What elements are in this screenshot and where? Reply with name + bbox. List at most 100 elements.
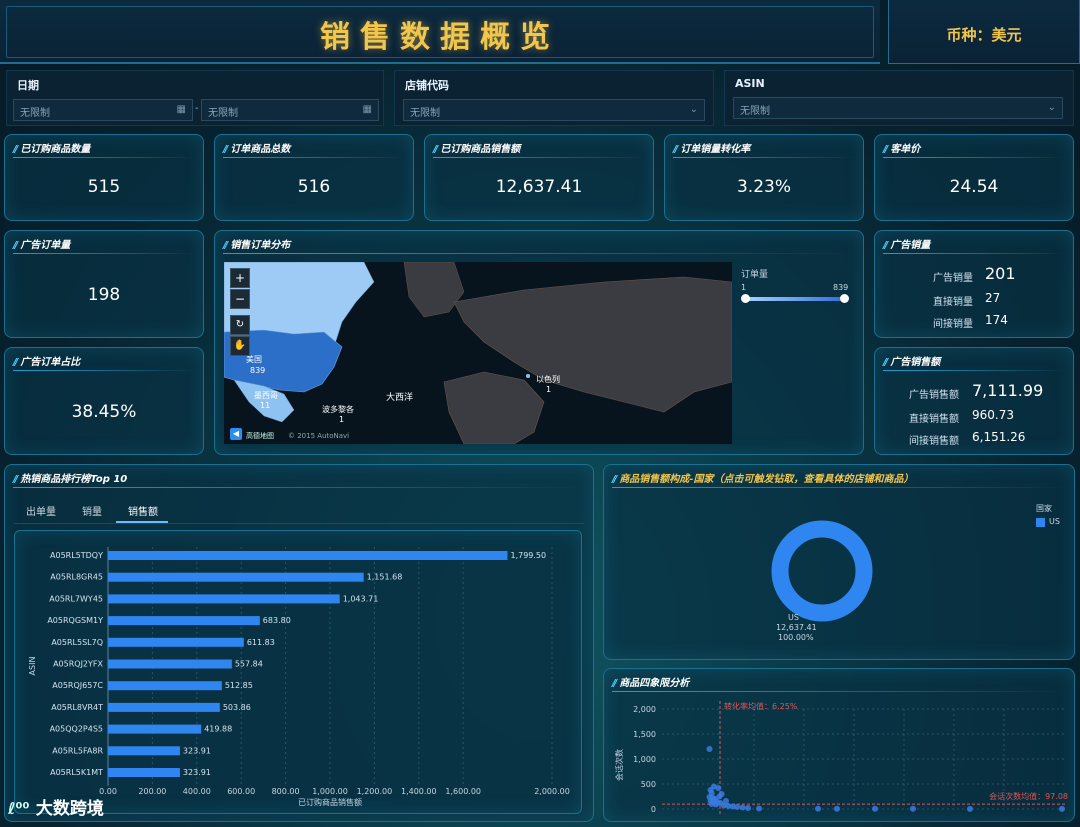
tab-sales[interactable]: 销售额 [128,503,158,518]
map-label-mx: 墨西哥 [254,391,278,400]
end-date-input[interactable]: 无限制 ▦ [201,99,379,121]
map-label-mx-value: 11 [260,401,270,410]
direct-amount-label: 直接销售额 [909,414,959,425]
sales-map[interactable]: 美国 839 墨西哥 11 波多黎各 1 大西洋 以色列 1 高德地图 © 20… [224,262,732,444]
kpi-value: 3.23% [736,177,791,197]
y-tick-label: 0 [651,805,656,814]
map-legend-max-handle[interactable] [840,294,849,303]
bar [108,659,232,669]
y-tick-label: A05RL5SL7Q [51,638,103,647]
scatter-point [745,805,751,811]
bar-value-label: 611.83 [247,638,275,647]
reset-icon[interactable]: ↻ [230,315,250,335]
bar-value-label: 1,799.50 [510,551,546,560]
quadrant-scatter: 2,000 1,500 1,000 500 0 转化率均值：6.25% 会话次数均值：97.… [614,701,1068,815]
asin-filter: ASIN 无限制 ⌄ [724,70,1074,126]
quadrant-card: //商品四象限分析 2,000 1,500 1,000 500 0 转化率均值：6.25%… [603,668,1075,822]
x-tick-label: 1,600.00 [445,787,481,796]
y-tick-label: A05RL5FA8R [52,746,103,755]
scatter-point [756,805,762,812]
y-tick-label: A05RL8VR4T [51,703,103,712]
y-tick-label: 500 [641,780,656,789]
kpi-card-avg-price: //客单价 24.54 [874,134,1074,221]
y-tick-label: 1,500 [633,730,656,739]
bar [108,616,260,626]
currency-panel: 币种：美元 [888,0,1080,64]
end-date-placeholder: 无限制 [208,108,238,119]
x-tick-label: 400.00 [183,787,211,796]
tab-divider [14,523,584,524]
pie-legend-item[interactable]: US [1049,517,1060,526]
x-tick-label: 1,400.00 [401,787,437,796]
donut-label-percent: 100.00% [778,633,814,642]
bar [108,724,202,734]
bar-value-label: 683.80 [263,616,291,625]
date-filter: 日期 无限制 ▦ - 无限制 ▦ [6,70,384,126]
scatter-point [967,805,973,812]
store-select[interactable]: 无限制 ⌄ [403,99,705,121]
top10-bar-chart: 0.00 200.00 400.00 600.00 800.00 1,000.00 1,20… [28,547,570,807]
kpi-value: 516 [297,177,331,197]
scatter-point [872,805,878,812]
bar [108,702,220,712]
bar [108,746,180,756]
bar [108,768,180,777]
direct-sales-value: 27 [985,291,1001,305]
ad-orders-card: //广告订单量 198 [4,230,204,338]
country-donut [771,520,873,622]
direct-amount-value: 960.73 [972,408,1014,422]
scatter-point [734,804,740,810]
kpi-title: //客单价 [883,144,921,155]
brand-logo: ℓ⁰⁰ 大数跨境 [8,794,104,819]
date-filter-label: 日期 [17,79,39,92]
map-legend-max: 839 [833,283,849,292]
indirect-amount-label: 间接销售额 [909,436,959,447]
map-label-pr-value: 1 [339,415,344,424]
card-title: //商品销售额构成-国家（点击可触发钻取，查看具体的店铺和商品） [612,474,914,485]
y-tick-label: A05RL5K1MT [50,768,103,777]
map-label-il-value: 1 [546,385,551,394]
kpi-card-order-items: //订单商品总数 516 [214,134,414,221]
card-title: //热销商品排行榜Top 10 [13,474,128,485]
bar-value-label: 419.88 [204,725,232,734]
ad-amount-value: 7,111.99 [972,381,1044,400]
x-tick-label: 200.00 [138,787,166,796]
brand-logo-icon: ℓ⁰⁰ [8,799,30,818]
map-legend-min-handle[interactable] [741,294,750,303]
kpi-card-sales: //已订购商品销售额 12,637.41 [424,134,654,221]
card-title: //销售订单分布 [223,240,291,251]
kpi-title: //已订购商品数量 [13,144,91,155]
calendar-icon: ▦ [362,104,372,115]
bar [108,551,508,560]
scatter-point [815,805,821,812]
hand-icon[interactable]: ✋ [230,336,250,356]
tab-orders[interactable]: 出单量 [26,503,56,518]
zoom-out-button[interactable]: − [230,289,250,309]
start-date-input[interactable]: 无限制 ▦ [13,99,193,121]
x-axis-label: 已订购商品销售额 [298,797,362,807]
store-select-value: 无限制 [410,108,440,119]
currency-label: 币种：美元 [946,26,1022,44]
israel-marker [526,374,530,378]
x-tick-label: 1,200.00 [357,787,393,796]
tab-quantity[interactable]: 销量 [82,503,102,518]
bar-value-label: 1,151.68 [367,573,403,582]
map-label-il: 以色列 [536,374,560,384]
store-filter-label: 店铺代码 [405,79,449,92]
map-legend-min: 1 [741,283,747,292]
bar-value-label: 557.84 [235,660,263,669]
bar [108,572,364,582]
map-copyright: © 2015 AutoNavi [288,432,349,440]
card-title: //商品四象限分析 [612,678,690,689]
scatter-point [710,783,717,790]
pie-legend-swatch[interactable] [1036,518,1045,527]
kpi-value: 515 [87,177,121,197]
y-axis-label: ASIN [28,657,37,676]
asin-select[interactable]: 无限制 ⌄ [733,97,1063,119]
x-tick-label: 800.00 [272,787,300,796]
mean-y-label: 会话次数均值：97.08 [989,791,1068,801]
donut-slice-us[interactable] [771,520,873,622]
chevron-down-icon: ⌄ [689,104,698,115]
kpi-value: 24.54 [949,177,999,197]
zoom-in-button[interactable]: + [230,268,250,288]
